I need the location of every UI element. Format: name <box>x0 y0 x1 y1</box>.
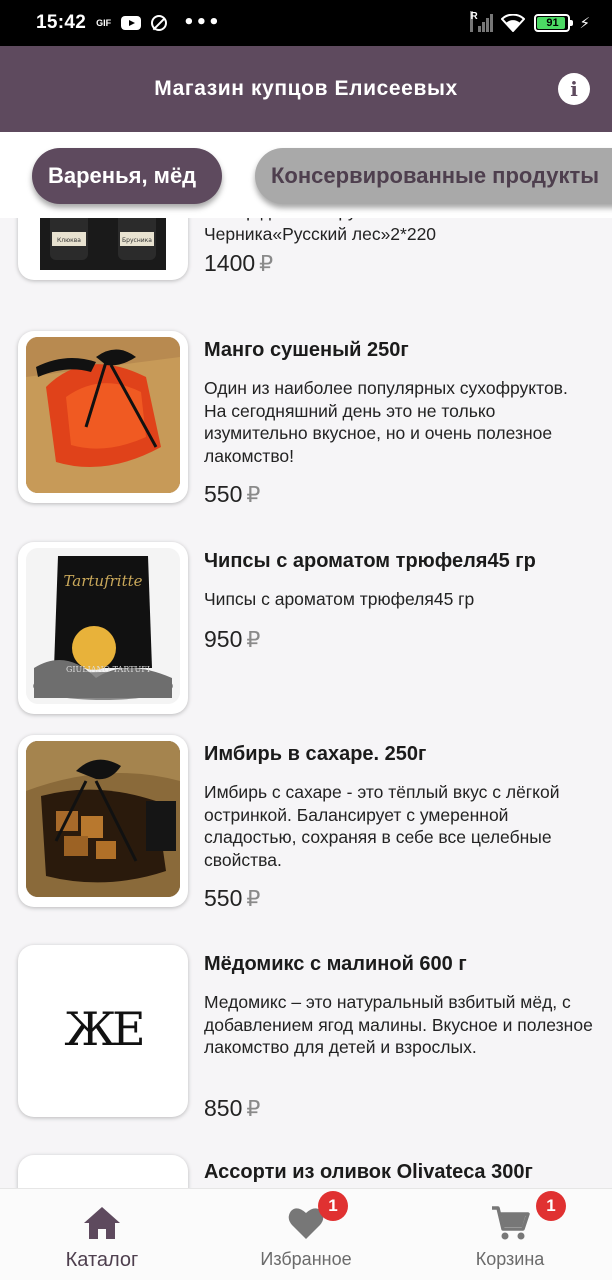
battery-icon: 91 <box>534 14 574 32</box>
chips-brand: Tartufritte <box>63 572 142 590</box>
info-button[interactable]: i <box>558 73 590 105</box>
category-chip-jams-honey[interactable]: Варенья, мёд <box>32 148 222 204</box>
cart-icon <box>492 1206 530 1240</box>
product-name: Имбирь в сахаре. 250г <box>204 743 427 765</box>
category-tabs: Варенья, мёд Консервированные продукты <box>0 132 612 218</box>
product-description: Чипсы с ароматом трюфеля45 гр <box>204 589 475 609</box>
product-name: Манго сушеный 250г <box>204 339 409 361</box>
product-price: 950 ₽ <box>204 626 260 653</box>
currency-sign: ₽ <box>246 1096 261 1121</box>
app-bar: Магазин купцов Елисеевых i <box>0 46 612 132</box>
currency-sign: ₽ <box>246 627 261 652</box>
product-list[interactable]: Клюква Брусника Набор джемов брусника и … <box>0 218 612 1188</box>
price-value: 550 <box>204 481 243 507</box>
battery-percent: 91 <box>546 17 559 29</box>
price-value: 850 <box>204 1095 243 1121</box>
product-image[interactable]: Клюква Брусника <box>18 218 188 280</box>
product-image[interactable]: ЖЕ <box>18 945 188 1117</box>
product-description: Медомикс – это натуральный взбитый мёд, … <box>204 992 593 1057</box>
nav-label: Каталог <box>65 1249 139 1271</box>
product-name: Чипсы с ароматом трюфеля45 гр <box>204 550 536 572</box>
product-image[interactable]: Tartufritte GIULIANO TARTUFI <box>18 542 188 714</box>
nav-cart[interactable]: Корзина 1 <box>408 1189 612 1280</box>
product-name: Мёдомикс с малиной 600 г <box>204 953 467 975</box>
chips-maker: GIULIANO TARTUFI <box>66 665 150 674</box>
gif-icon: GIF <box>96 18 112 28</box>
nav-favorites[interactable]: Избранное 1 <box>204 1189 408 1280</box>
currency-sign: ₽ <box>259 251 274 276</box>
price-value: 950 <box>204 626 243 652</box>
brand-logo: ЖЕ <box>64 1002 145 1056</box>
nav-catalog[interactable]: Каталог <box>0 1189 204 1280</box>
status-bar: 15:42 GIF ••• R 91 ⚡ <box>0 0 612 46</box>
roaming-label: R <box>470 11 478 32</box>
product-description: Имбирь с сахаре - это тёплый вкус с лёгк… <box>204 782 560 870</box>
status-time: 15:42 <box>36 12 87 33</box>
nav-label: Корзина <box>475 1249 545 1269</box>
product-price: 550 ₽ <box>204 481 260 508</box>
product-name: Ассорти из оливок Olivateca 300г <box>204 1161 533 1183</box>
page-title: Магазин купцов Елисеевых <box>154 77 458 100</box>
system-icons: R 91 ⚡ <box>470 11 590 32</box>
currency-sign: ₽ <box>246 482 261 507</box>
info-icon: i <box>570 77 578 101</box>
product-price: 850 ₽ <box>204 1095 260 1122</box>
product-price: 550 ₽ <box>204 885 260 912</box>
jar-label-right: Брусника <box>122 237 152 244</box>
wifi-icon <box>501 14 526 32</box>
product-image[interactable] <box>18 331 188 503</box>
category-chip-canned[interactable]: Консервированные продукты <box>255 148 612 204</box>
currency-sign: ₽ <box>246 886 261 911</box>
product-image[interactable] <box>18 735 188 907</box>
youtube-icon <box>121 16 142 30</box>
home-icon <box>84 1207 120 1239</box>
blocked-icon <box>151 15 168 31</box>
price-value: 1400 <box>204 250 256 276</box>
jar-label-left: Клюква <box>57 237 81 244</box>
nav-label: Избранное <box>260 1249 352 1269</box>
favorites-count-badge: 1 <box>318 1191 348 1221</box>
notification-icons: GIF ••• <box>96 14 221 32</box>
signal-icon: R <box>470 11 494 32</box>
charging-icon: ⚡ <box>579 14 590 32</box>
cart-count-badge: 1 <box>536 1191 566 1221</box>
product-description: Набор джемов брусника и Клюква-Черника«Р… <box>204 218 488 244</box>
product-price: 1400 ₽ <box>204 250 273 277</box>
price-value: 550 <box>204 885 243 911</box>
product-image[interactable] <box>18 1155 188 1188</box>
bottom-navigation: Каталог Избранное 1 Корзина 1 <box>0 1188 612 1280</box>
product-description: Один из наиболее популярных сухофруктов.… <box>204 378 568 466</box>
more-dots-icon: ••• <box>183 12 221 33</box>
